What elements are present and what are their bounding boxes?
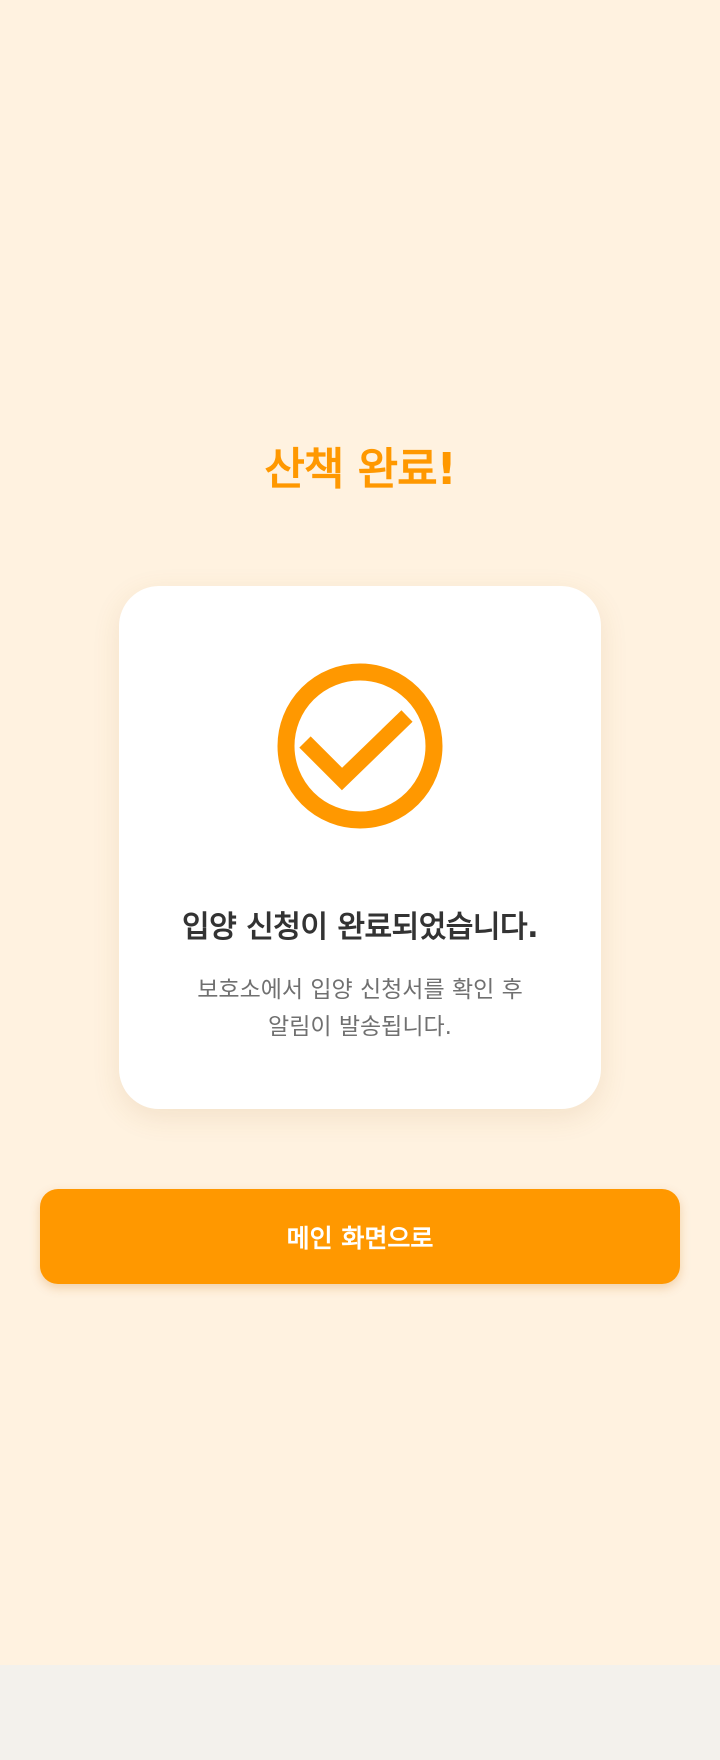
completion-screen: 산책 완료! 입양 신청이 완료되었습니다. 보호소에서 입양 신청서를 확인 …: [0, 0, 720, 1665]
completion-description: 보호소에서 입양 신청서를 확인 후 알림이 발송됩니다.: [159, 972, 561, 1046]
completion-card: 입양 신청이 완료되었습니다. 보호소에서 입양 신청서를 확인 후 알림이 발…: [119, 586, 601, 1109]
description-line-2: 알림이 발송됩니다.: [268, 1014, 452, 1040]
check-circle-icon: [277, 663, 443, 829]
page-title: 산책 완료!: [264, 444, 456, 495]
completion-heading: 입양 신청이 완료되었습니다.: [182, 910, 539, 945]
go-to-main-button[interactable]: 메인 화면으로: [40, 1189, 680, 1284]
description-line-1: 보호소에서 입양 신청서를 확인 후: [197, 977, 523, 1003]
